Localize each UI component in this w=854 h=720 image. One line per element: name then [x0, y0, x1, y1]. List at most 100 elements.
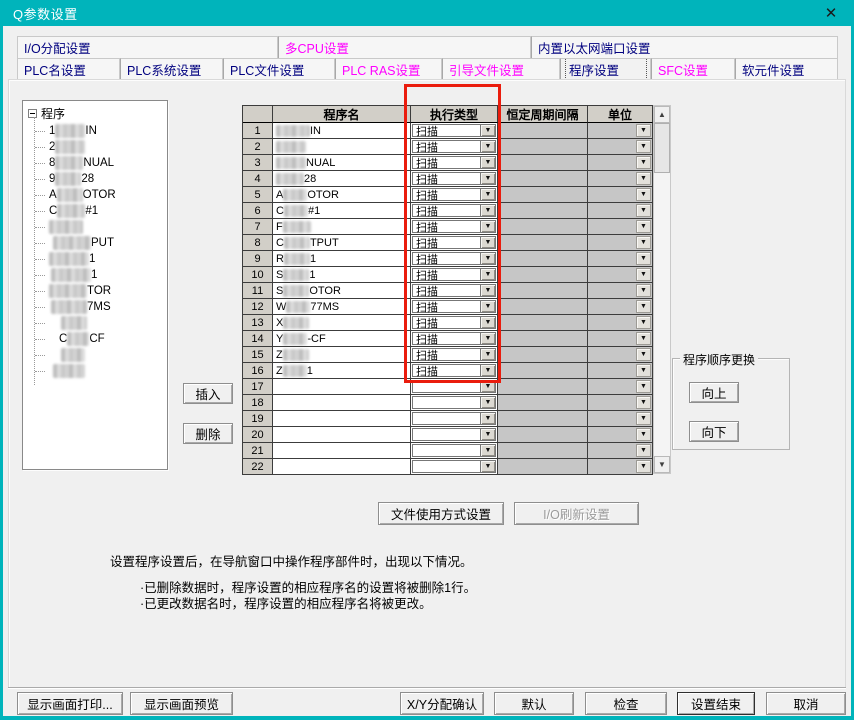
exec-type-dropdown[interactable]: ▼: [412, 396, 496, 409]
close-icon[interactable]: ✕: [822, 4, 840, 22]
bottom-button-3[interactable]: 默认: [494, 692, 574, 715]
tab-lower-6[interactable]: SFC设置: [651, 58, 735, 80]
tree-item[interactable]: AOTOR: [23, 187, 168, 203]
tab-lower-4[interactable]: 引导文件设置: [442, 58, 560, 80]
dropdown-arrow-icon[interactable]: ▼: [636, 156, 651, 169]
dropdown-arrow-icon[interactable]: ▼: [636, 188, 651, 201]
tree-item[interactable]: 1IN: [23, 123, 168, 139]
tree-collapse-icon[interactable]: [28, 109, 37, 118]
row-number-cell[interactable]: 10: [243, 267, 273, 283]
tab-upper-2[interactable]: 内置以太网端口设置: [531, 36, 838, 58]
tree-item[interactable]: CCF: [23, 331, 168, 347]
delete-button[interactable]: 删除: [183, 423, 233, 444]
tab-lower-2[interactable]: PLC文件设置: [223, 58, 335, 80]
program-name-cell[interactable]: [273, 427, 411, 443]
program-name-cell[interactable]: CTPUT: [273, 235, 411, 251]
tree-item[interactable]: 2: [23, 139, 168, 155]
program-name-cell[interactable]: Z1: [273, 363, 411, 379]
tree-item[interactable]: 8NUAL: [23, 155, 168, 171]
dropdown-arrow-icon[interactable]: ▼: [480, 445, 495, 456]
program-tree-panel[interactable]: 程序 1IN28NUAL928AOTORC#1PUT11TOR7MSCCF: [22, 100, 168, 470]
tab-lower-1[interactable]: PLC系统设置: [120, 58, 223, 80]
row-number-cell[interactable]: 15: [243, 347, 273, 363]
row-number-cell[interactable]: 17: [243, 379, 273, 395]
dropdown-arrow-icon[interactable]: ▼: [480, 429, 495, 440]
table-scrollbar[interactable]: ▲ ▼: [653, 105, 671, 474]
row-number-cell[interactable]: 6: [243, 203, 273, 219]
program-name-cell[interactable]: F: [273, 219, 411, 235]
dropdown-arrow-icon[interactable]: ▼: [636, 172, 651, 185]
dropdown-arrow-icon[interactable]: ▼: [636, 220, 651, 233]
program-name-cell[interactable]: [273, 379, 411, 395]
bottom-button-1[interactable]: 显示画面预览: [130, 692, 233, 715]
bottom-button-2[interactable]: X/Y分配确认: [400, 692, 484, 715]
dropdown-arrow-icon[interactable]: ▼: [480, 413, 495, 424]
scroll-down-icon[interactable]: ▼: [654, 456, 670, 473]
program-name-cell[interactable]: [273, 411, 411, 427]
program-name-cell[interactable]: NUAL: [273, 155, 411, 171]
tree-item[interactable]: PUT: [23, 235, 168, 251]
row-number-cell[interactable]: 20: [243, 427, 273, 443]
program-name-cell[interactable]: AOTOR: [273, 187, 411, 203]
row-number-cell[interactable]: 3: [243, 155, 273, 171]
dropdown-arrow-icon[interactable]: ▼: [636, 348, 651, 361]
program-name-cell[interactable]: 28: [273, 171, 411, 187]
tree-item[interactable]: 928: [23, 171, 168, 187]
program-name-cell[interactable]: W77MS: [273, 299, 411, 315]
tree-item[interactable]: 1: [23, 251, 168, 267]
dropdown-arrow-icon[interactable]: ▼: [636, 460, 651, 473]
bottom-button-4[interactable]: 检查: [585, 692, 667, 715]
row-number-cell[interactable]: 5: [243, 187, 273, 203]
tab-lower-7[interactable]: 软元件设置: [735, 58, 838, 80]
program-name-cell[interactable]: Y-CF: [273, 331, 411, 347]
exec-type-dropdown[interactable]: ▼: [412, 460, 496, 473]
bottom-button-0[interactable]: 显示画面打印...: [17, 692, 123, 715]
program-name-cell[interactable]: [273, 443, 411, 459]
tab-lower-0[interactable]: PLC名设置: [17, 58, 120, 80]
dropdown-arrow-icon[interactable]: ▼: [636, 204, 651, 217]
tree-item[interactable]: 7MS: [23, 299, 168, 315]
dropdown-arrow-icon[interactable]: ▼: [636, 268, 651, 281]
tab-lower-5[interactable]: 程序设置: [560, 58, 651, 80]
program-name-cell[interactable]: S1: [273, 267, 411, 283]
insert-button[interactable]: 插入: [183, 383, 233, 404]
dropdown-arrow-icon[interactable]: ▼: [480, 461, 495, 472]
dropdown-arrow-icon[interactable]: ▼: [636, 412, 651, 425]
tree-item[interactable]: [23, 219, 168, 235]
dropdown-arrow-icon[interactable]: ▼: [636, 364, 651, 377]
dropdown-arrow-icon[interactable]: ▼: [636, 332, 651, 345]
tree-item[interactable]: [23, 315, 168, 331]
row-number-cell[interactable]: 18: [243, 395, 273, 411]
row-number-cell[interactable]: 2: [243, 139, 273, 155]
row-number-cell[interactable]: 14: [243, 331, 273, 347]
program-name-cell[interactable]: [273, 395, 411, 411]
tree-item[interactable]: C#1: [23, 203, 168, 219]
dropdown-arrow-icon[interactable]: ▼: [636, 380, 651, 393]
dropdown-arrow-icon[interactable]: ▼: [636, 428, 651, 441]
bottom-button-5[interactable]: 设置结束: [677, 692, 755, 715]
exec-type-dropdown[interactable]: ▼: [412, 428, 496, 441]
tree-item[interactable]: 1: [23, 267, 168, 283]
bottom-button-6[interactable]: 取消: [766, 692, 846, 715]
tab-upper-0[interactable]: I/O分配设置: [17, 36, 278, 58]
scroll-up-icon[interactable]: ▲: [654, 106, 670, 123]
row-number-cell[interactable]: 16: [243, 363, 273, 379]
move-up-button[interactable]: 向上: [689, 382, 739, 403]
dropdown-arrow-icon[interactable]: ▼: [636, 396, 651, 409]
dropdown-arrow-icon[interactable]: ▼: [636, 316, 651, 329]
scrollbar-thumb[interactable]: [654, 123, 670, 173]
row-number-cell[interactable]: 4: [243, 171, 273, 187]
program-name-cell[interactable]: SOTOR: [273, 283, 411, 299]
dropdown-arrow-icon[interactable]: ▼: [636, 284, 651, 297]
exec-type-dropdown[interactable]: ▼: [412, 444, 496, 457]
row-number-cell[interactable]: 22: [243, 459, 273, 475]
row-number-cell[interactable]: 8: [243, 235, 273, 251]
row-number-cell[interactable]: 19: [243, 411, 273, 427]
program-name-cell[interactable]: [273, 139, 411, 155]
program-name-cell[interactable]: Z: [273, 347, 411, 363]
row-number-cell[interactable]: 1: [243, 123, 273, 139]
dropdown-arrow-icon[interactable]: ▼: [636, 236, 651, 249]
tab-upper-1[interactable]: 多CPU设置: [278, 36, 531, 58]
dropdown-arrow-icon[interactable]: ▼: [636, 300, 651, 313]
program-name-cell[interactable]: R1: [273, 251, 411, 267]
